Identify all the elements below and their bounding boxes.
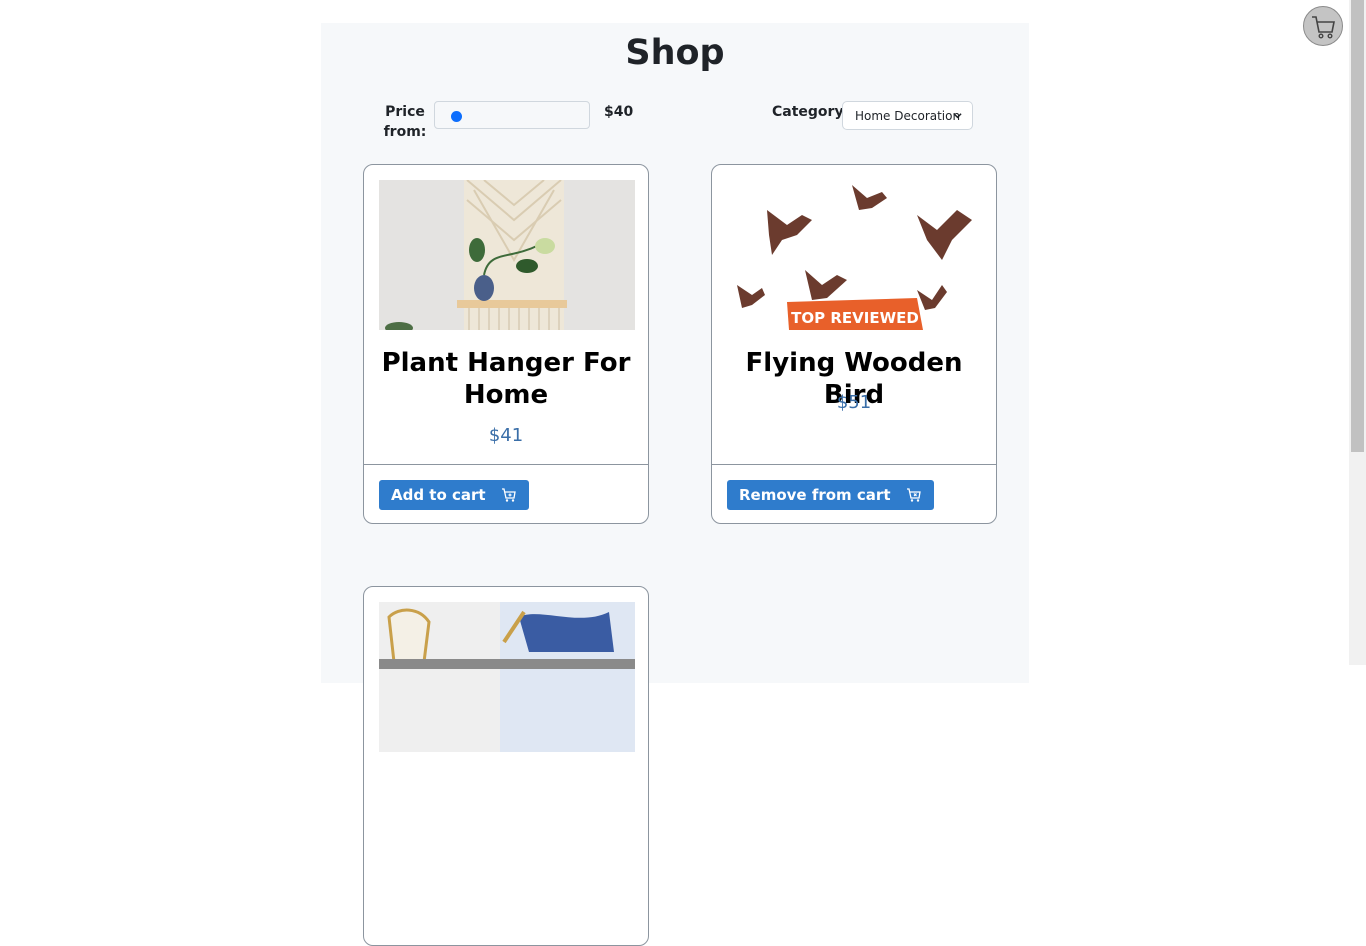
category-filter-label: Category [772,104,844,120]
product-image [379,602,635,752]
product-price: $41 [488,425,524,446]
cart-button[interactable] [1303,6,1343,46]
top-reviewed-badge: TOP REVIEWED [791,309,919,327]
price-filter-value: $40 [604,104,634,120]
price-slider-thumb[interactable] [451,111,462,122]
product-card [363,586,649,946]
chevron-down-icon [953,109,962,123]
cart-plus-icon [501,488,516,502]
scrollbar[interactable] [1349,0,1366,665]
cart-icon [1312,16,1335,39]
card-divider [712,464,996,465]
product-card: Plant Hanger For Home $41 Add to cart [363,164,649,524]
price-slider[interactable] [434,101,590,129]
shop-panel: Shop Price from: $40 Category Home Decor… [321,23,1029,946]
product-image [379,180,635,330]
cart-x-icon [906,488,921,502]
add-to-cart-button[interactable]: Add to cart [379,480,529,510]
product-card: TOP REVIEWED Flying Wooden Bird $51 Remo… [711,164,997,524]
category-select[interactable]: Home Decoration [842,101,973,130]
remove-from-cart-button[interactable]: Remove from cart [727,480,934,510]
card-divider [364,464,648,465]
add-to-cart-label: Add to cart [391,486,486,504]
product-title: Plant Hanger For Home [381,348,631,410]
product-price: $51 [836,392,872,413]
page-title: Shop [625,33,725,73]
category-select-value: Home Decoration [855,109,961,123]
remove-from-cart-label: Remove from cart [739,486,891,504]
product-image: TOP REVIEWED [727,180,983,330]
price-filter-label: Price from: [383,104,427,140]
scrollbar-thumb[interactable] [1351,0,1364,452]
